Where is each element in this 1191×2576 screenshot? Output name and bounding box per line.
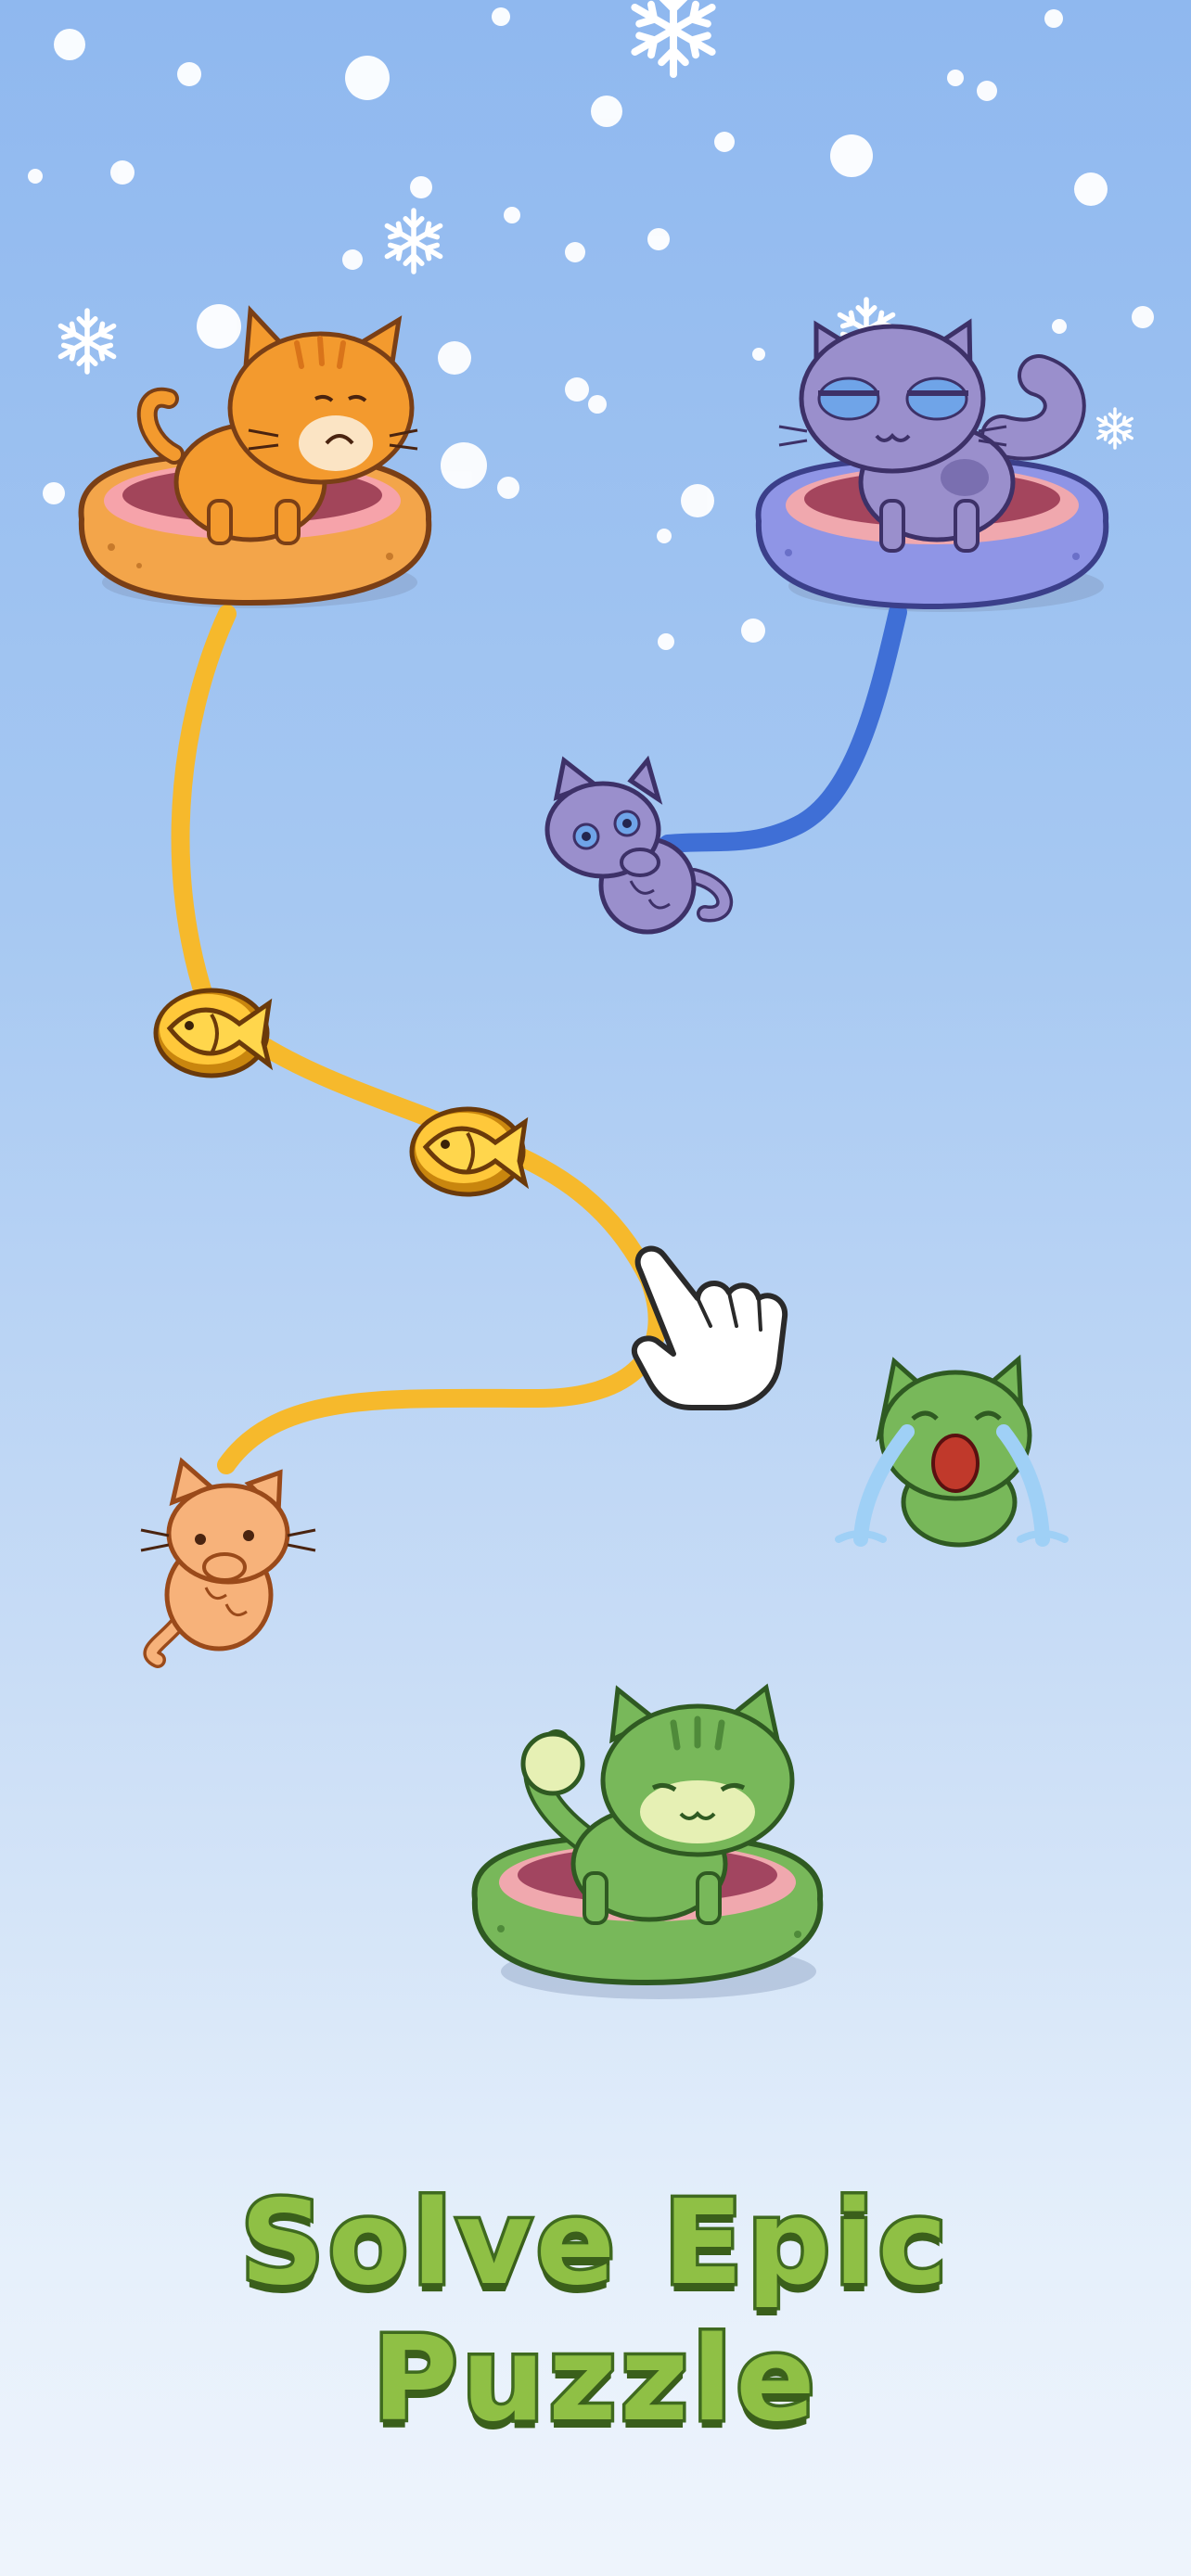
snowflake-icon <box>387 210 440 272</box>
snowflake-icon <box>60 311 113 372</box>
green-kitten-crying[interactable] <box>835 1354 1069 1548</box>
snowflake-icon <box>634 0 711 74</box>
promo-caption: Solve Epic Puzzle <box>237 2172 952 2451</box>
blue-drawn-path <box>659 603 907 853</box>
snowflake-icon <box>1096 407 1133 450</box>
goldfish-coin-icon[interactable] <box>153 988 274 1078</box>
orange-kitten-shy[interactable] <box>140 1457 316 1668</box>
goldfish-coin-icon[interactable] <box>409 1106 530 1197</box>
